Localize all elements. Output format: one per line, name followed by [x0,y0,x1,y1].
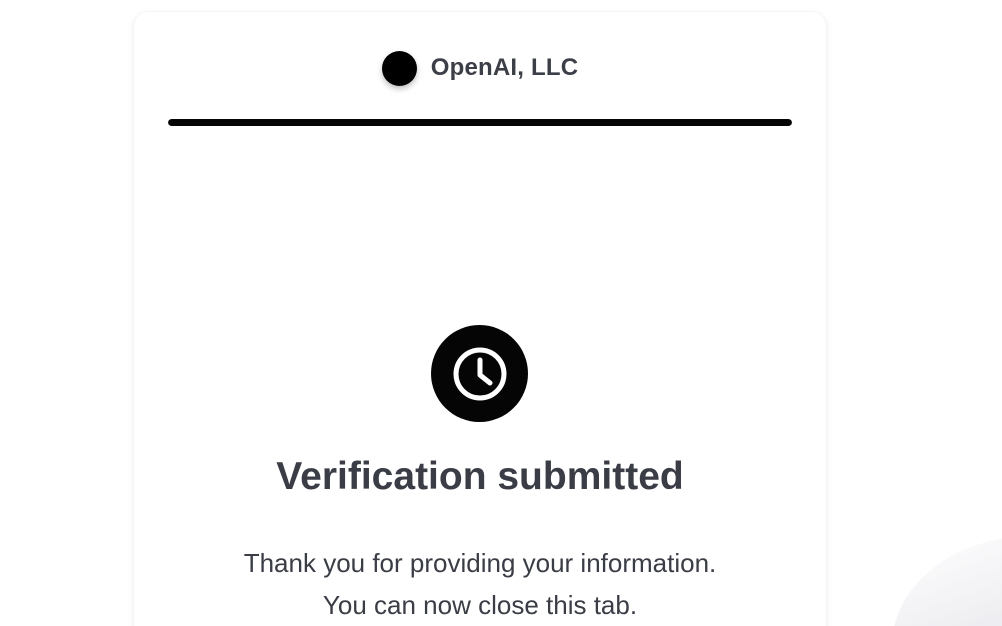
status-message-line-2: You can now close this tab. [322,590,638,620]
status-message: Thank you for providing your information… [134,542,826,626]
background-decoration [892,536,1002,626]
clock-icon-graphic [453,347,506,400]
brand-logo-icon [381,50,417,86]
status-message-line-1: Thank you for providing your information… [243,548,717,578]
progress-bar [168,119,792,126]
status-title: Verification submitted [276,455,684,498]
progress-bar-fill [168,119,792,126]
clock-icon [431,325,528,422]
brand-name: OpenAI, LLC [430,54,579,81]
brand-header: OpenAI, LLC [134,50,826,86]
verification-card: OpenAI, LLC Verification submitted Thank… [134,12,826,626]
verification-page: OpenAI, LLC Verification submitted Thank… [0,0,1002,626]
